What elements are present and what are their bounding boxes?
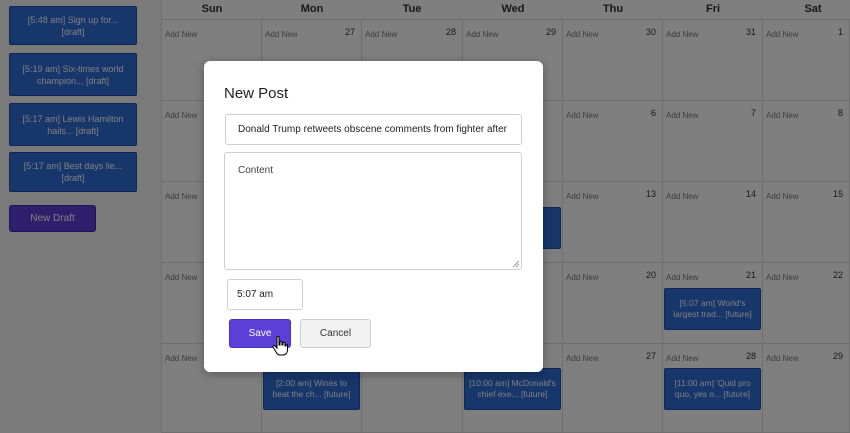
resize-grip-icon[interactable] <box>512 260 520 268</box>
post-title-input[interactable] <box>225 114 522 145</box>
modal-title: New Post <box>224 85 289 102</box>
hand-pointer-icon <box>272 335 288 356</box>
new-post-modal: New Post Save Cancel <box>204 61 543 372</box>
cancel-button[interactable]: Cancel <box>300 319 371 348</box>
time-input[interactable] <box>227 279 303 310</box>
post-content-textarea[interactable] <box>224 152 522 270</box>
